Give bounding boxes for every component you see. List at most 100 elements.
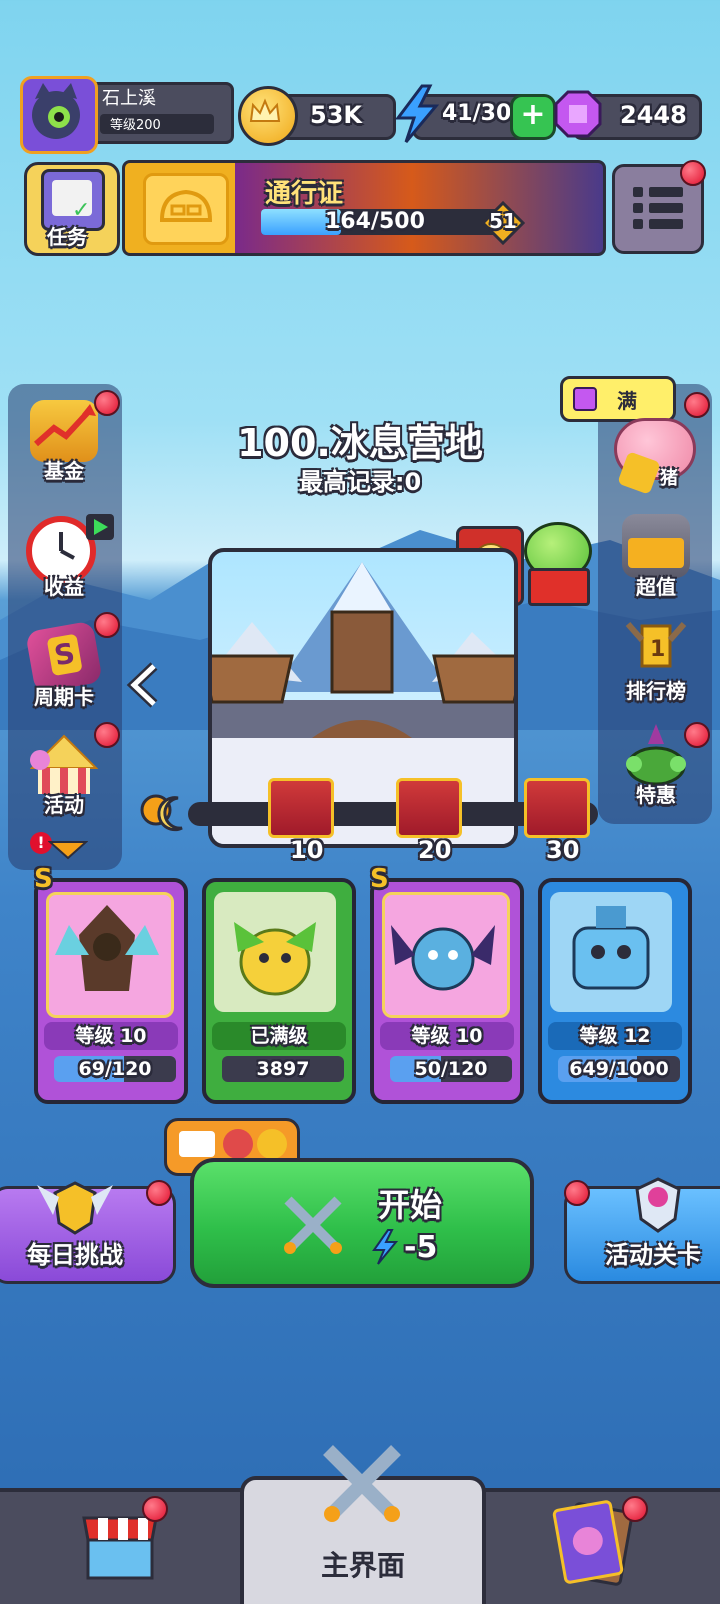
reward-chest-icon [396,778,462,838]
gem-icon [552,88,604,140]
hero-level: 等级 12 [548,1022,682,1050]
main-crossed-swords-icon [323,1445,401,1522]
cat-avatar-icon [32,83,80,139]
pass-level-badge: 51 [480,200,526,246]
chevron-down-icon [48,841,88,860]
goblin-merchant-icon [622,724,690,786]
carnival-tent-icon [29,734,99,796]
value-pack-button[interactable]: 超值 [608,510,704,606]
gem-amount: 2448 [620,101,687,129]
hero-card-1[interactable]: S 等级 10 69/120 [34,864,188,1104]
gift-box-icon [528,568,590,606]
cards-notification-dot [622,1496,648,1522]
expand-left-menu-button[interactable]: ! [30,832,94,862]
pass-title: 通行证 [265,179,344,209]
shop-notification-dot [142,1496,168,1522]
plus-icon: + [520,97,546,132]
tasks-label: 任务 [47,225,87,249]
earnings-button[interactable]: 收益 [16,510,114,606]
special-offer-label: 特惠 [636,783,676,807]
winged-knight-icon [55,905,159,991]
hero-shards: 649/1000 [558,1056,680,1082]
hero-card-3[interactable]: S 等级 10 50/120 [370,864,524,1104]
reward-chest-10[interactable]: 10 [262,778,334,864]
hero-level: 等级 10 [380,1022,514,1050]
player-level-bar: 等级200 [100,114,214,134]
video-camera-icon [179,1131,215,1157]
avatar[interactable] [20,76,98,154]
sprout-mascot-gift[interactable] [514,504,598,606]
hero-card-count: 3897 [222,1056,344,1082]
card-front-icon [551,1499,625,1585]
chevron-left-icon [126,662,158,708]
player-name: 石上溪 [102,88,156,109]
piggy-full-text: 满 [617,389,637,413]
menu-notification-dot [680,160,706,186]
daily-challenge-label: 每日挑战 [27,1241,123,1269]
shield-wings-icon [37,1181,113,1235]
bat-vampire-icon [391,925,495,991]
reward-chest-20[interactable]: 20 [390,778,462,864]
hero-shards: 69/120 [54,1056,176,1082]
tasks-button[interactable]: ✓ 任务 [24,162,120,256]
hero-card-4[interactable]: 等级 12 649/1000 [538,878,692,1104]
period-card-notification-dot [94,612,120,638]
trophy-banner-icon: 1 [622,620,690,682]
pass-level: 51 [489,209,517,233]
leaf-chick-icon [234,922,316,996]
player-profile[interactable]: 石上溪 等级200 [18,74,234,154]
activity-label: 活动 [44,793,84,817]
hero-card-2[interactable]: 已满级 3897 [202,878,356,1104]
energy-cost-icon [372,1229,399,1265]
lightning-icon [392,84,442,144]
ice-camp-fortress-image [212,562,514,844]
reward-chest-icon [524,778,590,838]
gem-small-icon [573,387,597,411]
leaderboard-label: 排行榜 [626,679,686,703]
activity-notification-dot [94,722,120,748]
treasure-chest-icon [622,514,690,578]
reward-chest-30[interactable]: 30 [518,778,590,864]
event-stage-label: 活动关卡 [605,1241,701,1269]
value-pack-label: 超值 [636,575,676,599]
special-offer-notification-dot [684,722,710,748]
add-energy-button[interactable]: + [510,94,556,140]
period-card-label: 周期卡 [34,685,94,709]
hero-rank: S [34,864,53,894]
previous-stage-button[interactable] [124,660,164,710]
hero-portrait [214,892,336,1012]
pass-progress-text: 164/500 [325,209,425,234]
svg-text:1: 1 [650,637,665,662]
reward-threshold: 20 [418,836,452,864]
best-record: 最高记录:0 [298,468,422,496]
energy-amount: 41/30 [442,101,512,126]
pass-progress-bar: 164/500 [261,209,505,235]
boost-item-icon [223,1129,253,1159]
crown-amount: 53K [310,101,362,129]
battle-pass-banner[interactable]: 通行证 164/500 51 [122,160,606,256]
earnings-label: 收益 [44,575,84,599]
reward-chest-icon [268,778,334,838]
ice-golem-icon [572,906,650,990]
hero-rank: S [370,864,389,894]
daily-challenge-notification-dot [146,1180,172,1206]
hero-level: 已满级 [212,1022,346,1050]
pass-ticket-icon [143,173,229,245]
boost-crown-icon [257,1129,287,1159]
player-level: 等级200 [110,118,161,133]
nav-main[interactable]: 主界面 [240,1445,486,1604]
crossed-swords-icon [284,1196,342,1254]
sun-moon-icon [136,788,196,838]
play-video-icon [86,514,114,540]
hero-portrait [550,892,672,1012]
hero-shards: 50/120 [390,1056,512,1082]
hero-level: 等级 10 [44,1022,178,1050]
start-button[interactable]: 开始 -5 [190,1158,534,1288]
leaderboard-button[interactable]: 1 排行榜 [608,614,704,710]
hero-portrait [46,892,174,1018]
reward-threshold: 10 [290,836,324,864]
event-stage-notification-dot [564,1180,590,1206]
hero-portrait [382,892,510,1018]
reward-threshold: 30 [546,836,580,864]
stage-title: 100.冰息营地 [237,421,483,465]
